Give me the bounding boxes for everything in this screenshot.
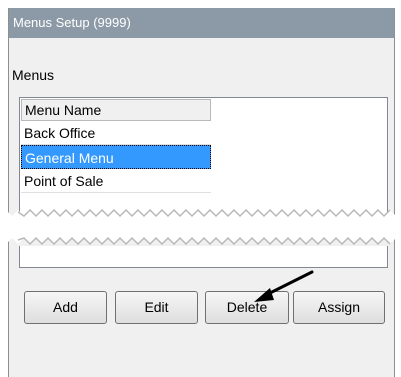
list-item-back-office[interactable]: Back Office (21, 121, 211, 145)
menus-section-label: Menus (12, 67, 55, 83)
edit-button[interactable]: Edit (115, 291, 198, 324)
window-title: Menus Setup (9999) (9, 8, 394, 38)
torn-edge-break (0, 208, 401, 246)
menus-list-bottom (19, 246, 388, 268)
list-item-general-menu[interactable]: General Menu (21, 145, 211, 169)
menus-setup-window: Menus Setup (9999) Menus Menu Name Back … (8, 8, 395, 377)
column-header-menu-name[interactable]: Menu Name (21, 99, 211, 121)
pointer-arrow-icon (254, 270, 314, 302)
list-item-point-of-sale[interactable]: Point of Sale (21, 169, 211, 193)
add-button[interactable]: Add (24, 291, 107, 324)
